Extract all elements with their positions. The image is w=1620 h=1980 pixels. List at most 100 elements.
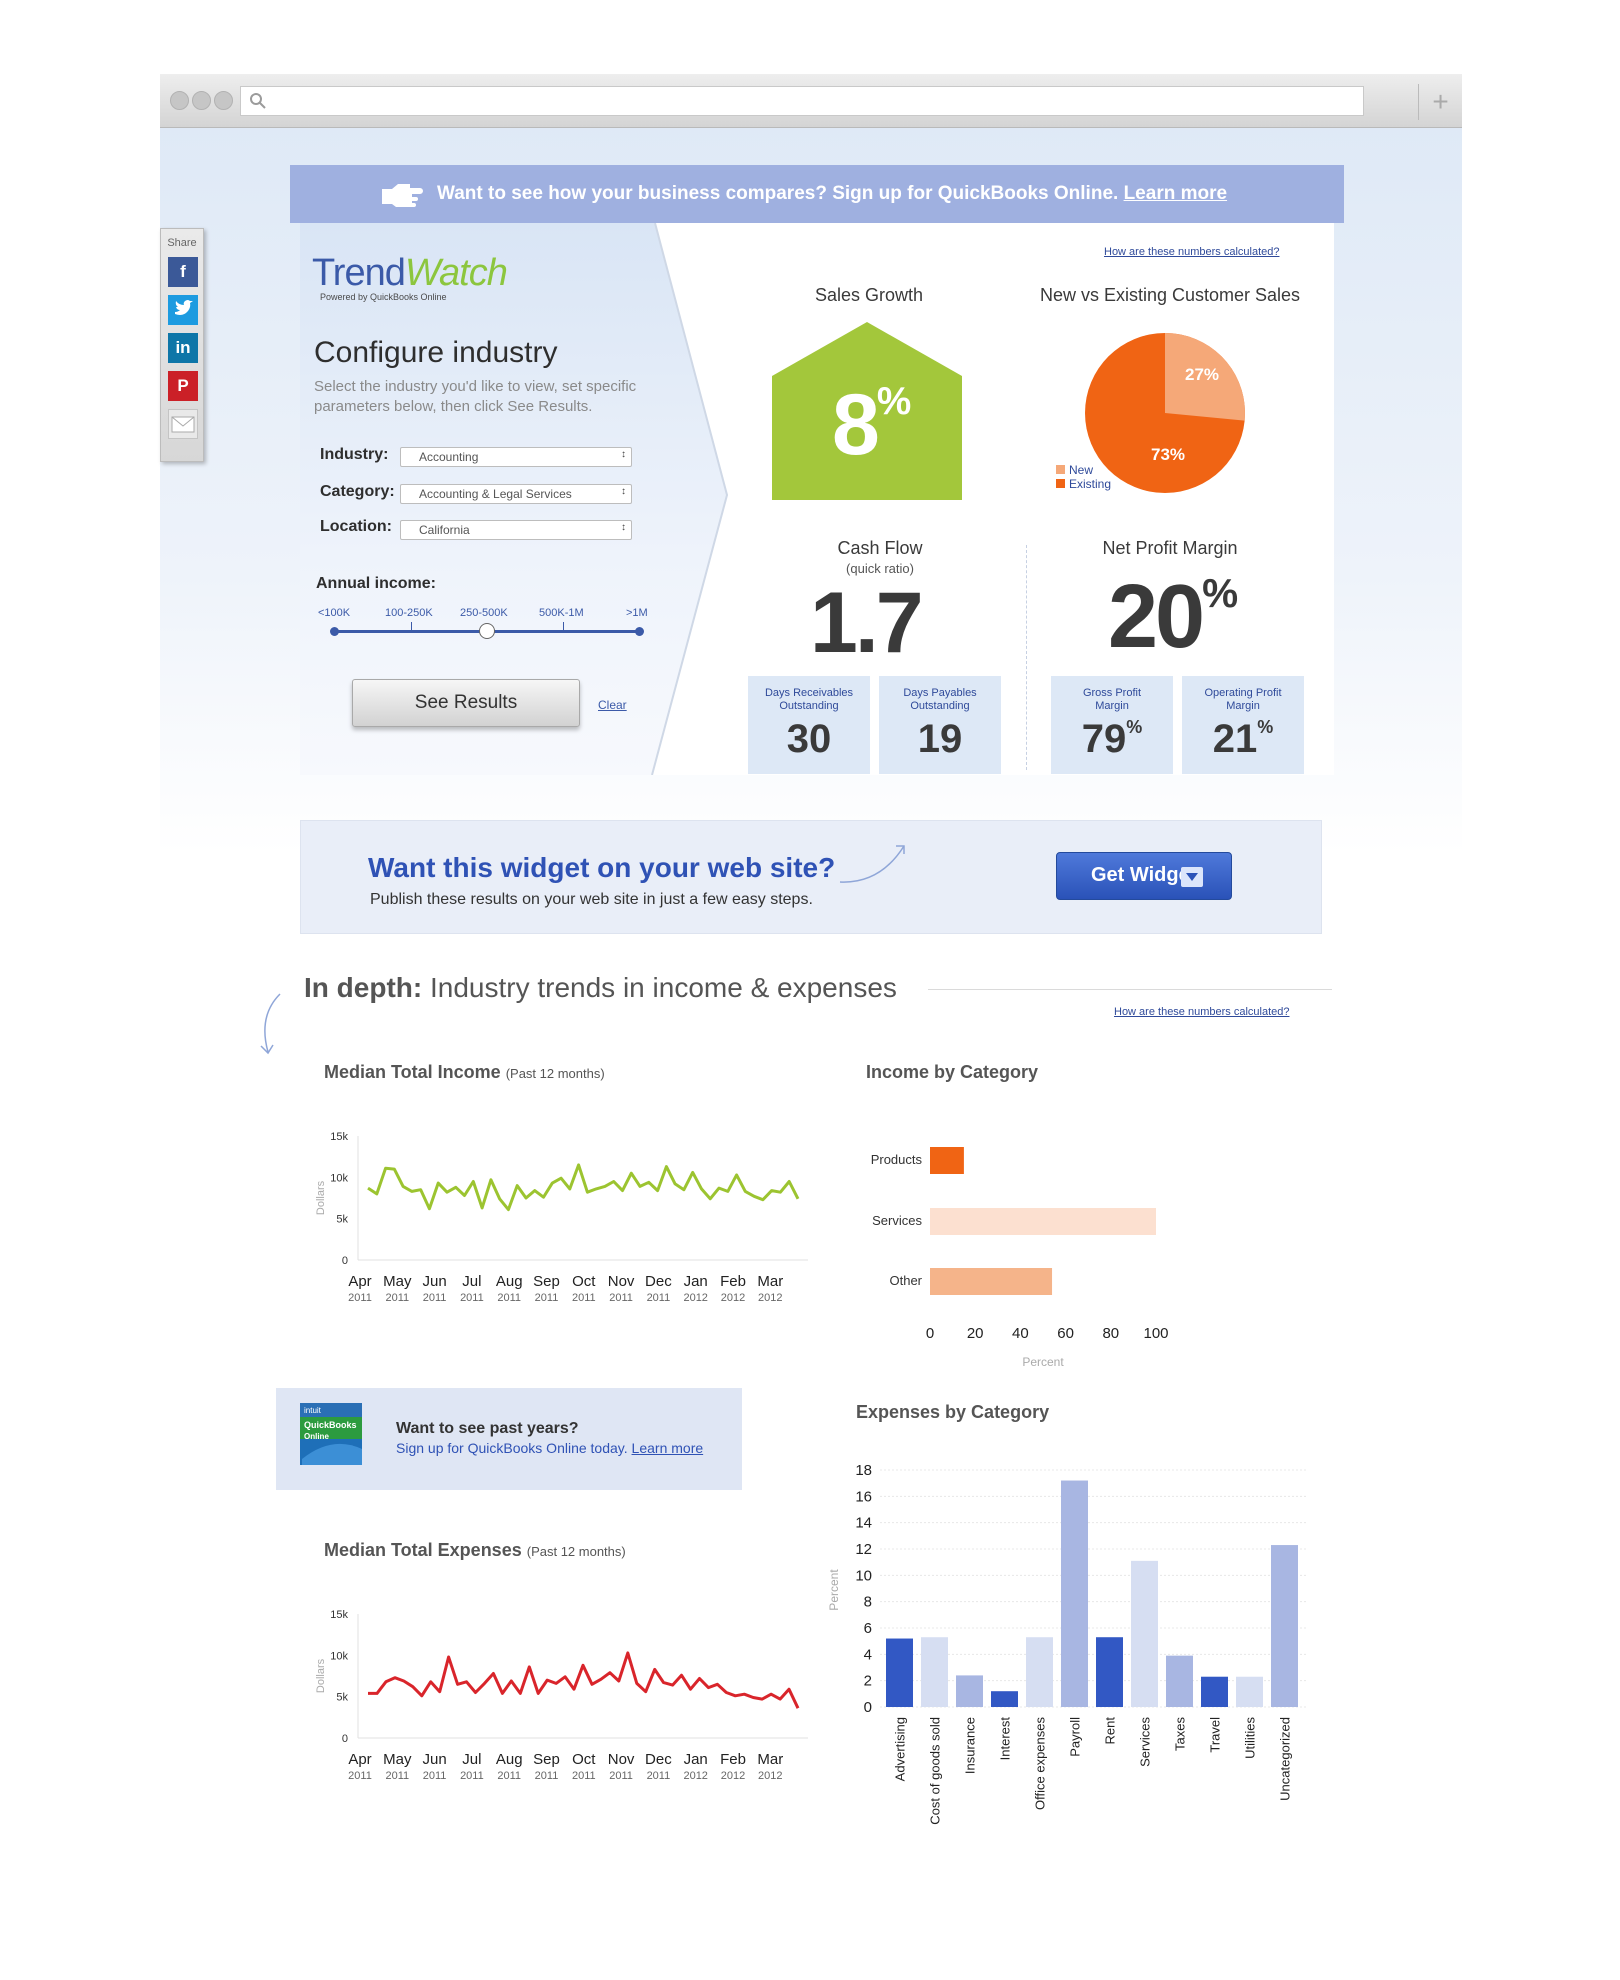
window-zoom-dot[interactable] bbox=[214, 91, 233, 110]
bar-interest bbox=[991, 1691, 1018, 1707]
signup-banner: Want to see how your business compares? … bbox=[290, 165, 1344, 223]
legend-existing-swatch bbox=[1056, 479, 1065, 488]
browser-toolbar: + bbox=[160, 74, 1462, 128]
dro-value: 30 bbox=[786, 717, 832, 761]
x-tick-month: Mar bbox=[757, 1751, 783, 1768]
pane-divider bbox=[651, 223, 729, 775]
x-tick-label: 60 bbox=[1057, 1325, 1074, 1342]
x-tick-year: 2011 bbox=[385, 1770, 409, 1782]
income-category-title: Income by Category bbox=[866, 1062, 1039, 1082]
metrics-divider bbox=[1026, 545, 1027, 770]
clear-link[interactable]: Clear bbox=[598, 698, 627, 712]
y-tick-label: 0 bbox=[342, 1733, 348, 1745]
window-minimize-dot[interactable] bbox=[192, 91, 211, 110]
banner-learn-more-link[interactable]: Learn more bbox=[1124, 183, 1227, 204]
income-tick[interactable]: <100K bbox=[318, 607, 350, 619]
income-tick[interactable]: 100-250K bbox=[385, 607, 433, 619]
select-arrows-icon: ↕ bbox=[621, 486, 626, 497]
x-tick-year: 2011 bbox=[423, 1292, 447, 1304]
x-tick-year: 2012 bbox=[683, 1292, 707, 1304]
y-tick-label: 2 bbox=[864, 1673, 872, 1690]
search-icon bbox=[250, 93, 266, 109]
y-tick-label: 14 bbox=[855, 1515, 872, 1532]
location-select[interactable]: California ↕ bbox=[400, 520, 632, 540]
past-years-subtitle: Sign up for QuickBooks Online today. Lea… bbox=[396, 1440, 704, 1456]
category-label: Rent bbox=[1103, 1717, 1118, 1745]
slider-end-dot bbox=[330, 627, 339, 636]
existing-slice-label: 73% bbox=[1151, 445, 1185, 464]
y-tick-label: 8 bbox=[864, 1594, 872, 1611]
window-close-dot[interactable] bbox=[170, 91, 189, 110]
in-depth-rule bbox=[928, 989, 1332, 990]
how-calculated-link[interactable]: How are these numbers calculated? bbox=[1104, 246, 1279, 258]
x-tick-year: 2012 bbox=[683, 1770, 707, 1782]
sales-growth-title: Sales Growth bbox=[814, 285, 924, 305]
how-calculated-link-2[interactable]: How are these numbers calculated? bbox=[1114, 1006, 1289, 1018]
category-label: Services bbox=[1138, 1717, 1153, 1767]
gross-margin-value: 79% bbox=[1081, 717, 1143, 761]
x-tick-year: 2011 bbox=[647, 1292, 671, 1304]
email-icon[interactable] bbox=[168, 409, 198, 439]
category-label: Advertising bbox=[893, 1717, 908, 1781]
configure-title: Configure industry bbox=[314, 336, 558, 369]
x-tick-label: 20 bbox=[967, 1325, 984, 1342]
industry-select[interactable]: Accounting ↕ bbox=[400, 447, 632, 467]
x-tick-year: 2012 bbox=[758, 1292, 782, 1304]
get-widget-button[interactable]: Get Widget! bbox=[1056, 852, 1232, 900]
select-arrows-icon: ↕ bbox=[621, 522, 626, 533]
twitter-icon[interactable] bbox=[168, 295, 198, 325]
y-axis-label: Dollars bbox=[315, 1180, 327, 1215]
qb-logo-top: intuit bbox=[304, 1406, 322, 1415]
expenses-category-chart: 0 2 4 6 8 10 12 14 16 18 Percent Advertising Cost of… bbox=[827, 1462, 1306, 1825]
x-tick-month: Jul bbox=[462, 1751, 481, 1768]
category-label: Payroll bbox=[1068, 1717, 1083, 1757]
category-label: Services bbox=[872, 1213, 922, 1228]
y-tick-label: 0 bbox=[342, 1255, 348, 1267]
bar-travel bbox=[1201, 1676, 1228, 1707]
category-select[interactable]: Accounting & Legal Services ↕ bbox=[400, 484, 632, 504]
x-tick-month: Feb bbox=[720, 1751, 746, 1768]
x-tick-year: 2011 bbox=[348, 1770, 372, 1782]
x-tick-month: Feb bbox=[720, 1273, 746, 1290]
past-years-title: Want to see past years? bbox=[396, 1420, 579, 1437]
dropdown-arrow-icon bbox=[1181, 867, 1203, 887]
y-tick-label: 6 bbox=[864, 1620, 872, 1637]
category-label: Uncategorized bbox=[1278, 1717, 1293, 1801]
quickbooks-box-icon: intuit QuickBooks Online bbox=[300, 1403, 362, 1465]
x-tick-year: 2011 bbox=[460, 1770, 484, 1782]
expenses-category-title: Expenses by Category bbox=[856, 1402, 1050, 1422]
category-label: Products bbox=[871, 1152, 923, 1167]
x-tick-month: Sep bbox=[533, 1273, 560, 1290]
income-chart-title: Median Total Income (Past 12 months) bbox=[324, 1062, 605, 1082]
facebook-icon[interactable]: f bbox=[168, 257, 198, 287]
income-tick[interactable]: >1M bbox=[626, 607, 648, 619]
x-tick-month: Aug bbox=[496, 1751, 523, 1768]
pie-legend: New Existing bbox=[1056, 463, 1111, 491]
x-tick-month: Apr bbox=[348, 1273, 371, 1290]
net-profit-value: 20% bbox=[1108, 567, 1239, 667]
bar-services bbox=[930, 1208, 1156, 1235]
new-tab-icon[interactable]: + bbox=[1418, 84, 1462, 120]
y-tick-label: 0 bbox=[864, 1699, 872, 1716]
bar-cost-of-goods-sold bbox=[921, 1637, 948, 1707]
income-line-chart: 0 5k 10k 15k Dollars Apr 2011 May 2011 Jun 2011 Jul… bbox=[315, 1131, 808, 1304]
category-label: Office expenses bbox=[1033, 1717, 1048, 1810]
cash-flow-title: Cash Flow bbox=[837, 538, 923, 558]
past-years-learn-more-link[interactable]: Learn more bbox=[632, 1440, 704, 1456]
address-bar[interactable] bbox=[240, 86, 1364, 116]
x-tick-label: 40 bbox=[1012, 1325, 1029, 1342]
income-tick[interactable]: 250-500K bbox=[460, 607, 508, 619]
select-arrows-icon: ↕ bbox=[621, 449, 626, 460]
income-slider-handle[interactable] bbox=[479, 623, 495, 639]
y-tick-label: 10k bbox=[330, 1172, 348, 1184]
linkedin-icon[interactable]: in bbox=[168, 333, 198, 363]
pinterest-icon[interactable]: P bbox=[168, 371, 198, 401]
x-tick-month: Jul bbox=[462, 1273, 481, 1290]
category-label: Other bbox=[889, 1273, 922, 1288]
slider-tick bbox=[563, 622, 564, 631]
see-results-button[interactable]: See Results bbox=[352, 679, 580, 727]
x-tick-month: Aug bbox=[496, 1273, 523, 1290]
x-tick-month: Oct bbox=[572, 1751, 596, 1768]
income-tick[interactable]: 500K-1M bbox=[539, 607, 584, 619]
bar-other bbox=[930, 1268, 1053, 1295]
